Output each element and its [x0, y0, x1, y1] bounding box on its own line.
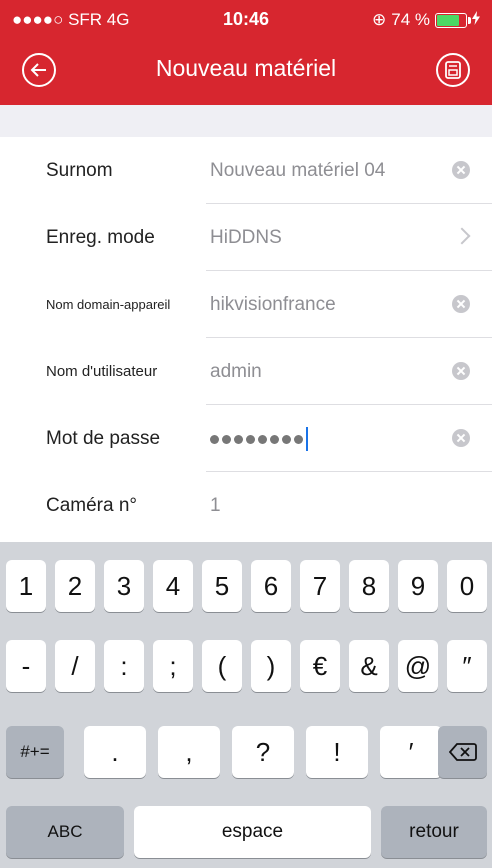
key[interactable]: :	[104, 640, 144, 692]
delete-key[interactable]	[438, 726, 487, 778]
key[interactable]: ?	[232, 726, 294, 778]
device-domain-input[interactable]: hikvisionfrance	[210, 271, 336, 338]
key[interactable]: ,	[158, 726, 220, 778]
key[interactable]: !	[306, 726, 368, 778]
key[interactable]: 1	[6, 560, 46, 612]
row-camera-number[interactable]: Caméra n° 1	[0, 472, 492, 539]
key[interactable]: 7	[300, 560, 340, 612]
device-domain-label: Nom domain-appareil	[46, 297, 171, 312]
row-username[interactable]: Nom d'utilisateur admin	[0, 338, 492, 405]
key[interactable]: .	[84, 726, 146, 778]
key[interactable]: &	[349, 640, 389, 692]
key[interactable]: /	[55, 640, 95, 692]
camera-number-value[interactable]: 1	[210, 472, 221, 539]
header: ●●●●○ SFR 4G 10:46 ⊕ 74 % Nouveau matéri…	[0, 0, 492, 105]
keyboard: 1 2 3 4 5 6 7 8 9 0 - / : ; ( ) € & @ ″ …	[0, 542, 492, 868]
key[interactable]: 0	[447, 560, 487, 612]
clear-icon[interactable]	[452, 362, 470, 380]
password-input[interactable]	[210, 405, 308, 472]
clear-icon[interactable]	[452, 429, 470, 447]
key[interactable]: (	[202, 640, 242, 692]
key[interactable]: 8	[349, 560, 389, 612]
register-mode-value[interactable]: HiDDNS	[210, 204, 282, 271]
chevron-right-icon[interactable]	[453, 227, 471, 245]
battery-fill	[437, 14, 460, 26]
row-register-mode[interactable]: Enreg. mode HiDDNS	[0, 204, 492, 271]
symbols-key[interactable]: #+=	[6, 726, 64, 778]
row-password[interactable]: Mot de passe	[0, 405, 492, 472]
backspace-icon	[448, 743, 477, 761]
key[interactable]: 6	[251, 560, 291, 612]
status-bar: ●●●●○ SFR 4G 10:46 ⊕ 74 %	[0, 0, 492, 40]
section-spacer	[0, 105, 492, 138]
camera-number-label: Caméra n°	[46, 495, 138, 516]
key[interactable]: ;	[153, 640, 193, 692]
row-device-domain[interactable]: Nom domain-appareil hikvisionfrance	[0, 271, 492, 338]
key[interactable]: 5	[202, 560, 242, 612]
key[interactable]: ′	[380, 726, 442, 778]
battery-percent: 74 %	[391, 10, 430, 29]
orientation-lock-icon: ⊕	[372, 10, 387, 29]
save-icon	[445, 61, 461, 79]
key[interactable]: 9	[398, 560, 438, 612]
key[interactable]: 3	[104, 560, 144, 612]
password-dots	[210, 405, 306, 472]
nickname-label: Surnom	[46, 160, 113, 181]
text-cursor	[306, 426, 308, 451]
username-label: Nom d'utilisateur	[46, 363, 158, 380]
username-input[interactable]: admin	[210, 338, 262, 405]
key[interactable]: -	[6, 640, 46, 692]
key[interactable]: 4	[153, 560, 193, 612]
password-label: Mot de passe	[46, 428, 161, 449]
space-key[interactable]: espace	[134, 806, 371, 858]
row-nickname[interactable]: Surnom Nouveau matériel 04	[0, 137, 492, 204]
key[interactable]: @	[398, 640, 438, 692]
clear-icon[interactable]	[452, 161, 470, 179]
navigation-bar: Nouveau matériel	[0, 40, 492, 100]
key[interactable]: €	[300, 640, 340, 692]
save-button[interactable]	[436, 53, 470, 87]
charging-icon	[472, 10, 480, 30]
register-mode-label: Enreg. mode	[46, 227, 155, 248]
return-key[interactable]: retour	[381, 806, 487, 858]
device-form: Surnom Nouveau matériel 04 Enreg. mode H…	[0, 137, 492, 542]
key[interactable]: )	[251, 640, 291, 692]
abc-key[interactable]: ABC	[6, 806, 124, 858]
nickname-input[interactable]: Nouveau matériel 04	[210, 137, 385, 204]
key[interactable]: 2	[55, 560, 95, 612]
clear-icon[interactable]	[452, 295, 470, 313]
battery-icon	[435, 12, 471, 28]
key[interactable]: ″	[447, 640, 487, 692]
page-title: Nouveau matériel	[155, 55, 337, 81]
status-right: ⊕ 74 %	[372, 10, 480, 30]
